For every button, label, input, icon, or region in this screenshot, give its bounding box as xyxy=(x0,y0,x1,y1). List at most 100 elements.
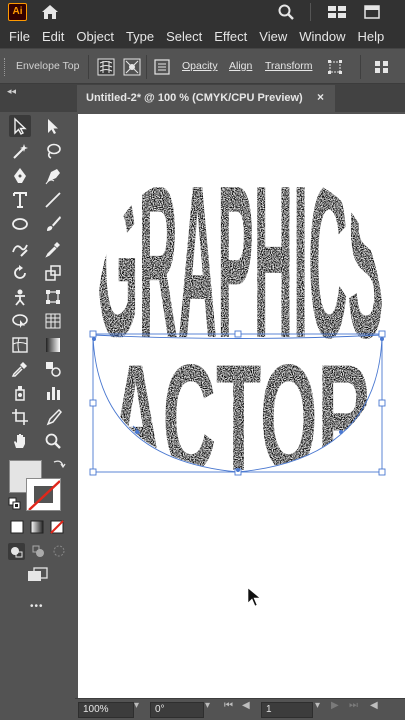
next-artboard-icon[interactable]: ▶ xyxy=(331,700,339,711)
artboard-icon xyxy=(12,409,28,425)
rotation-field[interactable]: 0° xyxy=(150,702,204,718)
free-transform-tool[interactable] xyxy=(42,286,64,308)
restore-window-icon[interactable] xyxy=(362,3,382,21)
shaper-icon xyxy=(12,244,28,257)
type-tool[interactable] xyxy=(9,189,31,211)
menu-effect[interactable]: Effect xyxy=(214,29,247,44)
separator xyxy=(360,55,361,79)
menu-window[interactable]: Window xyxy=(299,29,345,44)
zoom-icon xyxy=(45,433,61,449)
arrange-documents-icon[interactable] xyxy=(327,3,347,21)
mouse-cursor-icon xyxy=(247,587,261,607)
perspective-grid-tool[interactable] xyxy=(42,310,64,332)
stroke-color-swatch[interactable] xyxy=(26,478,61,511)
ellipse-tool[interactable] xyxy=(9,213,31,235)
previous-artboard-icon[interactable]: ◀ xyxy=(242,700,250,711)
artboard-number-field[interactable]: 1 xyxy=(261,702,313,718)
ellipse-icon xyxy=(12,218,28,230)
puppet-warp-tool[interactable] xyxy=(9,286,31,308)
lasso-icon xyxy=(47,143,61,159)
separator xyxy=(146,55,147,79)
scale-tool[interactable] xyxy=(42,262,64,284)
status-menu-icon[interactable]: ◀ xyxy=(370,700,378,711)
edit-toolbar-icon[interactable]: ••• xyxy=(30,601,44,612)
rotate-tool[interactable] xyxy=(9,262,31,284)
rotation-value: 0° xyxy=(155,704,165,715)
default-fill-stroke-icon[interactable] xyxy=(8,497,21,510)
rotation-dropdown-icon[interactable]: ▾ xyxy=(205,700,210,711)
isolate-object-icon[interactable] xyxy=(326,58,344,76)
canvas-area[interactable]: GRAPHICS ACTOR xyxy=(75,112,405,698)
curvature-tool[interactable] xyxy=(42,165,64,187)
align-options-icon[interactable] xyxy=(373,58,391,76)
draw-inside-icon[interactable] xyxy=(51,543,68,560)
collapse-panels-icon[interactable]: ◂◂ xyxy=(7,86,16,97)
swap-fill-stroke-icon[interactable] xyxy=(52,458,66,472)
draw-normal-mode[interactable] xyxy=(8,543,25,560)
perspective-grid-icon xyxy=(45,313,61,329)
shape-builder-tool[interactable] xyxy=(9,310,31,332)
eyedropper-sample-tool[interactable] xyxy=(9,358,31,380)
pen-tool[interactable] xyxy=(9,165,31,187)
magic-wand-tool[interactable] xyxy=(9,140,31,162)
line-segment-tool[interactable] xyxy=(42,189,64,211)
none-mode-icon[interactable] xyxy=(50,520,64,534)
menu-edit[interactable]: Edit xyxy=(42,29,64,44)
shaper-tool[interactable] xyxy=(9,238,31,260)
title-bar: Ai xyxy=(0,0,405,24)
screen-mode-icon[interactable] xyxy=(27,567,49,583)
edit-envelope-icon[interactable] xyxy=(97,58,115,76)
illustrator-logo: Ai xyxy=(8,3,27,21)
transform-link[interactable]: Transform xyxy=(265,60,312,72)
lasso-tool[interactable] xyxy=(42,140,64,162)
scale-icon xyxy=(45,265,61,281)
artwork: GRAPHICS ACTOR xyxy=(89,176,386,607)
document-tab[interactable]: Untitled-2* @ 100 % (CMYK/CPU Preview) xyxy=(77,85,335,112)
zoom-dropdown-icon[interactable]: ▾ xyxy=(134,700,139,711)
hand-tool[interactable] xyxy=(9,430,31,452)
artboard-tool[interactable] xyxy=(9,406,31,428)
menu-view[interactable]: View xyxy=(259,29,287,44)
menu-file[interactable]: File xyxy=(9,29,30,44)
zoom-field[interactable]: 100% xyxy=(78,702,134,718)
column-graph-tool[interactable] xyxy=(42,382,64,404)
mesh-tool[interactable] xyxy=(9,334,31,356)
pen-icon xyxy=(14,168,26,183)
curvature-pen-icon xyxy=(45,169,60,185)
last-artboard-icon[interactable]: ⏭ xyxy=(349,700,358,711)
artboard-number: 1 xyxy=(266,704,272,715)
menu-select[interactable]: Select xyxy=(166,29,202,44)
align-link[interactable]: Align xyxy=(229,60,252,72)
symbol-sprayer-icon xyxy=(15,386,25,401)
gradient-tool[interactable] xyxy=(42,334,64,356)
rotate-icon xyxy=(14,265,26,279)
eyedropper-tool[interactable] xyxy=(42,238,64,260)
artwork-line-2: ACTOR xyxy=(109,334,371,503)
artboard[interactable]: GRAPHICS ACTOR xyxy=(78,114,405,698)
search-icon[interactable] xyxy=(277,3,295,21)
close-tab-icon[interactable]: × xyxy=(317,84,324,110)
edit-contents-icon[interactable] xyxy=(123,58,141,76)
opacity-link[interactable]: Opacity xyxy=(182,60,218,72)
menu-object[interactable]: Object xyxy=(76,29,114,44)
blend-tool[interactable] xyxy=(42,358,64,380)
control-bar-grip[interactable] xyxy=(4,58,7,76)
draw-behind-icon[interactable] xyxy=(30,543,47,560)
symbol-sprayer-tool[interactable] xyxy=(9,382,31,404)
paintbrush-tool[interactable] xyxy=(42,213,64,235)
home-icon[interactable] xyxy=(40,3,60,21)
direct-selection-tool[interactable] xyxy=(42,115,64,137)
menu-help[interactable]: Help xyxy=(357,29,384,44)
type-icon xyxy=(13,192,27,208)
color-mode-icon[interactable] xyxy=(10,520,24,534)
artboard-dropdown-icon[interactable]: ▾ xyxy=(315,700,320,711)
zoom-tool[interactable] xyxy=(42,430,64,452)
title-divider xyxy=(310,3,311,21)
status-bar: 100% ▾ 0° ▾ ⏮ ◀ 1 ▾ ▶ ⏭ ◀ xyxy=(75,698,405,720)
slice-tool[interactable] xyxy=(42,406,64,428)
gradient-mode-icon[interactable] xyxy=(30,520,44,534)
menu-type[interactable]: Type xyxy=(126,29,154,44)
envelope-options-icon[interactable] xyxy=(153,58,171,76)
selection-tool[interactable] xyxy=(9,115,31,137)
first-artboard-icon[interactable]: ⏮ xyxy=(224,700,233,711)
